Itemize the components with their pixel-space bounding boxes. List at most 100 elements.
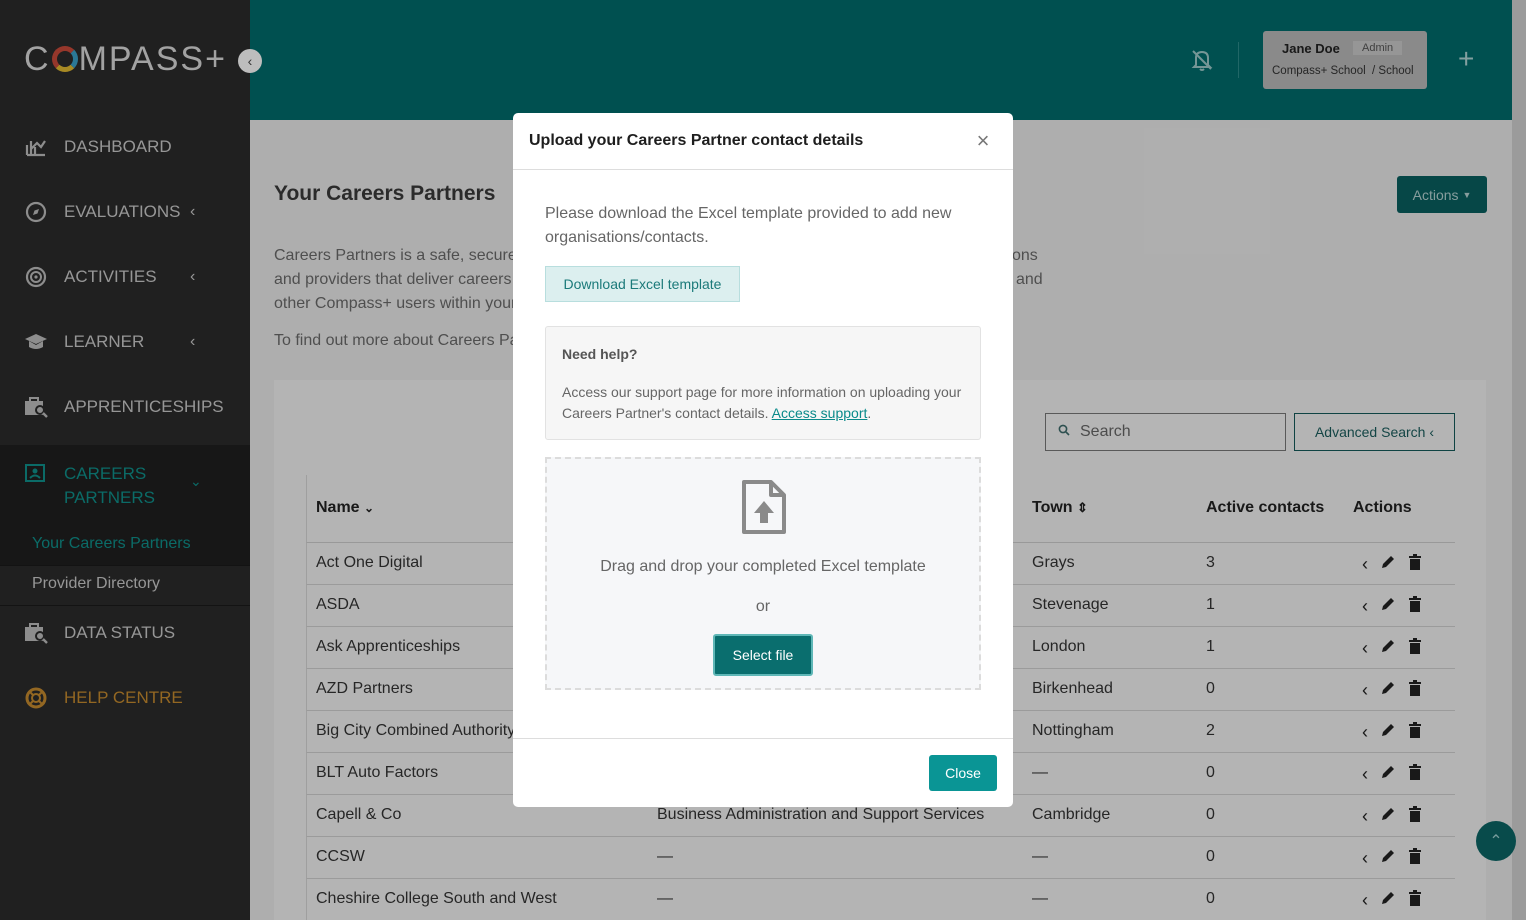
chevron-left-icon: ‹ [190,333,196,350]
delete-icon[interactable] [1408,764,1422,783]
table-row[interactable]: Cheshire College South and West — — 0 ‹ [306,879,1455,920]
sidebar-subitem-provider-directory[interactable]: Provider Directory [32,575,160,593]
chevron-left-icon[interactable]: ‹ [1362,639,1368,657]
row-actions: ‹ [1362,680,1422,699]
sidebar: C MPASS+ DASHBOARD EVALUATIONS ‹ ACTIVITI… [0,0,250,920]
edit-icon[interactable] [1380,596,1396,615]
chevron-left-icon: ‹ [190,203,196,220]
edit-icon[interactable] [1380,638,1396,657]
select-file-button[interactable]: Select file [713,634,813,676]
chevron-left-icon[interactable]: ‹ [1362,597,1368,615]
sidebar-collapse-button[interactable]: ‹ [238,49,262,73]
cell-name: BLT Auto Factors [316,764,439,781]
access-support-link[interactable]: Access support [772,405,868,421]
sort-icon: ⇕ [1077,500,1088,515]
logo-circle-icon [51,46,78,72]
logo-text-c: C [24,40,51,78]
row-actions: ‹ [1362,890,1422,909]
cell-active-contacts: 0 [1206,890,1215,907]
actions-button[interactable]: Actions ▼ [1397,176,1487,213]
file-upload-icon [741,479,787,540]
sidebar-subitem-your-careers-partners[interactable]: Your Careers Partners [32,535,191,553]
cell-town: — [1032,764,1048,781]
compass-icon [24,200,48,224]
edit-icon[interactable] [1380,764,1396,783]
column-header-name[interactable]: Name ⌄ [316,499,374,517]
divider [0,605,250,606]
id-card-icon [24,463,46,488]
delete-icon[interactable] [1408,638,1422,657]
column-header-town[interactable]: Town ⇕ [1032,499,1088,517]
user-menu[interactable]: Jane Doe Admin Compass+ School / School [1263,31,1427,89]
sidebar-item-label: ACTIVITIES [64,267,157,286]
cell-active-contacts: 1 [1206,638,1215,655]
sidebar-item-evaluations[interactable]: EVALUATIONS ‹ [0,187,250,237]
chevron-left-icon[interactable]: ‹ [1362,891,1368,909]
help-text: Access our support page for more informa… [562,382,972,424]
actions-label: Actions [1412,186,1459,203]
delete-icon[interactable] [1408,554,1422,573]
sidebar-item-label: CAREERS PARTNERS [64,464,156,507]
edit-icon[interactable] [1380,890,1396,909]
cell-active-contacts: 1 [1206,596,1215,613]
edit-icon[interactable] [1380,554,1396,573]
upload-modal: Upload your Careers Partner contact deta… [513,113,1013,807]
sidebar-item-data-status[interactable]: DATA STATUS [0,608,250,658]
advanced-search-button[interactable]: Advanced Search ‹ [1294,413,1455,451]
help-punctuation: . [867,405,872,421]
chevron-left-icon: ‹ [1429,424,1435,440]
cell-active-contacts: 0 [1206,680,1215,697]
help-body: Access our support page for more informa… [562,384,962,421]
chevron-left-icon[interactable]: ‹ [1362,723,1368,741]
sidebar-item-activities[interactable]: ACTIVITIES ‹ [0,252,250,302]
sidebar-item-learner[interactable]: LEARNER ‹ [0,317,250,367]
download-template-button[interactable]: Download Excel template [545,266,740,302]
row-actions: ‹ [1362,638,1422,657]
file-drop-zone[interactable]: Drag and drop your completed Excel templ… [545,457,981,690]
table-row[interactable]: CCSW — — 0 ‹ [306,837,1455,879]
edit-icon[interactable] [1380,806,1396,825]
intro-line-start: Careers Partners is a safe, secure [274,247,517,264]
sidebar-item-apprenticeships[interactable]: APPRENTICESHIPS [0,382,250,432]
chevron-left-icon[interactable]: ‹ [1362,681,1368,699]
row-actions: ‹ [1362,596,1422,615]
chevron-left-icon[interactable]: ‹ [1362,849,1368,867]
cell-town: — [1032,848,1048,865]
delete-icon[interactable] [1408,680,1422,699]
sidebar-item-dashboard[interactable]: DASHBOARD [0,122,250,172]
delete-icon[interactable] [1408,848,1422,867]
or-separator: or [755,598,771,615]
delete-icon[interactable] [1408,806,1422,825]
chevron-left-icon[interactable]: ‹ [1362,807,1368,825]
edit-icon[interactable] [1380,680,1396,699]
row-actions: ‹ [1362,764,1422,783]
search-icon [1058,423,1070,441]
delete-icon[interactable] [1408,722,1422,741]
add-icon[interactable]: + [1458,43,1474,75]
column-header-actions: Actions [1353,499,1412,516]
search-input[interactable]: Search [1045,413,1286,451]
cell-town: — [1032,890,1048,907]
cell-town: London [1032,638,1086,655]
user-role-badge: Admin [1353,41,1403,55]
user-name: Jane Doe [1282,41,1340,56]
sidebar-item-help-centre[interactable]: HELP CENTRE [0,673,250,723]
scroll-to-top-button[interactable]: ⌃ [1476,821,1516,861]
delete-icon[interactable] [1408,890,1422,909]
delete-icon[interactable] [1408,596,1422,615]
scrollbar[interactable] [1512,0,1526,920]
edit-icon[interactable] [1380,848,1396,867]
chevron-left-icon[interactable]: ‹ [1362,555,1368,573]
intro-line-start: and providers that deliver careers [274,271,512,288]
cell-active-contacts: 0 [1206,764,1215,781]
sidebar-item-label: DASHBOARD [64,137,172,156]
edit-icon[interactable] [1380,722,1396,741]
notifications-off-icon[interactable] [1188,46,1216,79]
compass-logo[interactable]: C MPASS+ [24,40,227,79]
row-actions: ‹ [1362,806,1422,825]
close-icon[interactable]: × [973,129,993,153]
intro-line-end: ons [1012,247,1038,264]
close-button[interactable]: Close [929,755,997,791]
chevron-left-icon[interactable]: ‹ [1362,765,1368,783]
drop-instructions: Drag and drop your completed Excel templ… [600,558,926,575]
